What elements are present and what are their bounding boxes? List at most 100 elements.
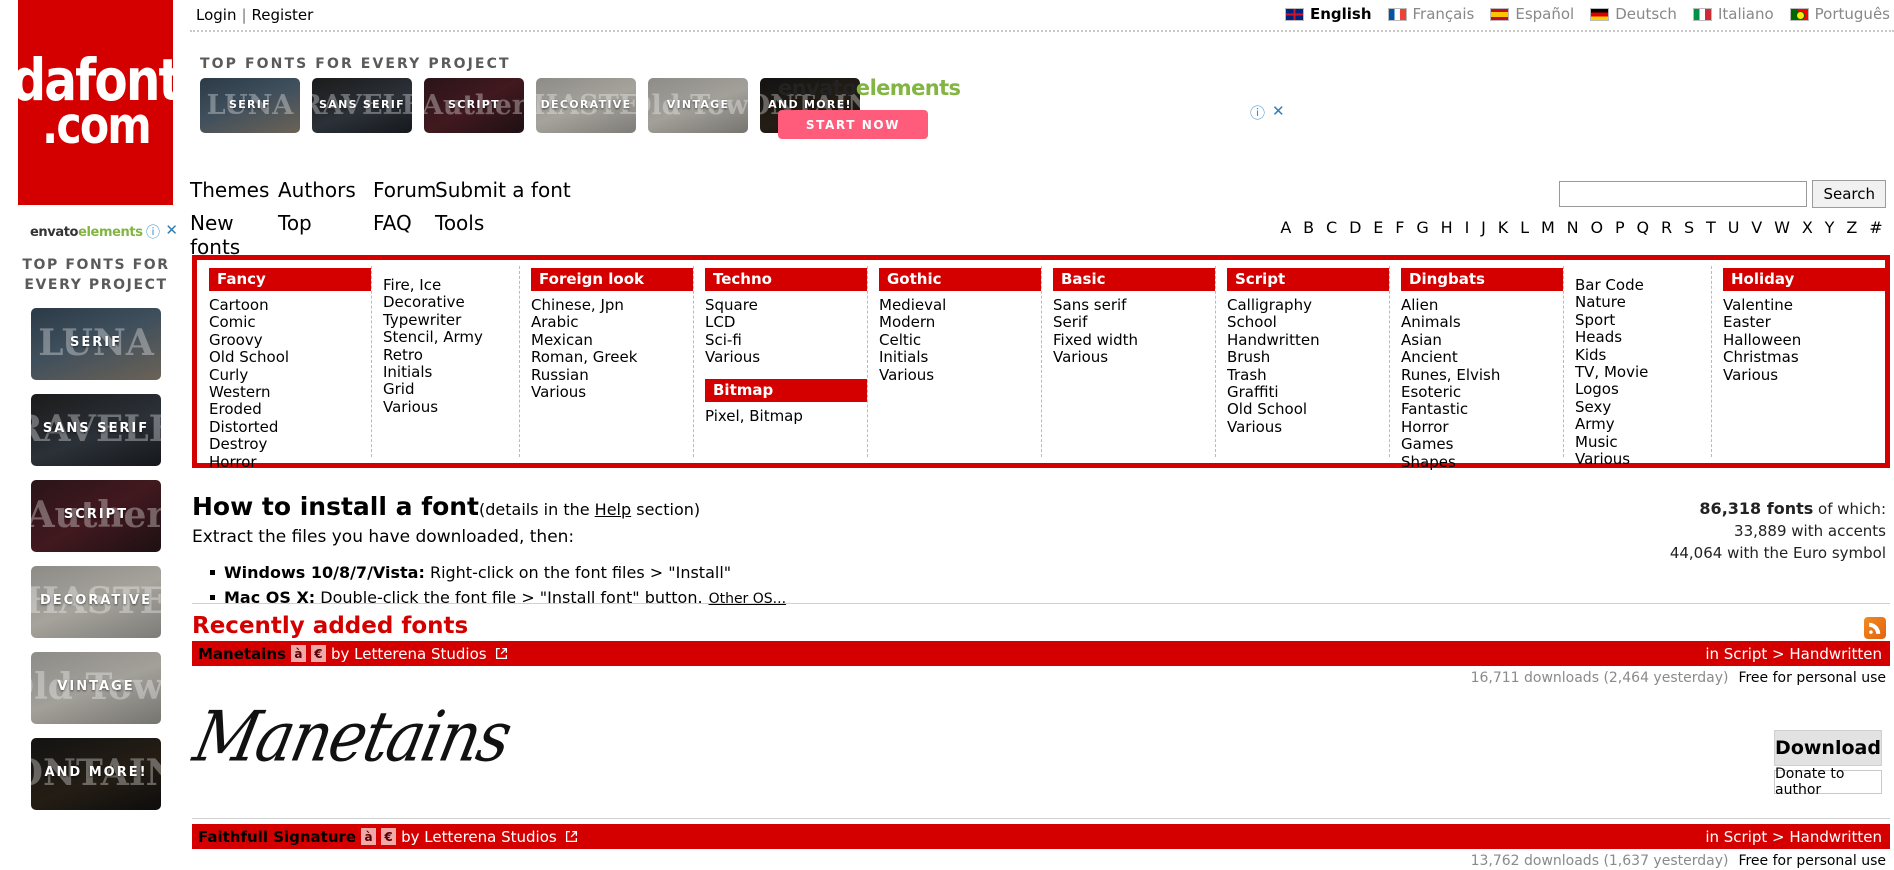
language-english[interactable]: English bbox=[1285, 5, 1372, 23]
category-item[interactable]: Groovy bbox=[209, 332, 371, 349]
language-deutsch[interactable]: Deutsch bbox=[1590, 5, 1677, 23]
category-item[interactable]: Comic bbox=[209, 314, 371, 331]
category-item[interactable]: LCD bbox=[705, 314, 867, 331]
category-item[interactable]: Fantastic bbox=[1401, 401, 1563, 418]
category-item[interactable]: Heads bbox=[1575, 329, 1711, 346]
language-portugues[interactable]: Português bbox=[1790, 5, 1890, 23]
category-item[interactable]: Sport bbox=[1575, 312, 1711, 329]
category-item[interactable]: Decorative bbox=[383, 294, 519, 311]
close-icon[interactable]: ✕ bbox=[1272, 102, 1285, 120]
category-item[interactable]: Easter bbox=[1723, 314, 1885, 331]
alphabet-index[interactable]: A B C D E F G H I J K L M N O P Q R S T … bbox=[1280, 218, 1886, 237]
category-item[interactable]: Trash bbox=[1227, 367, 1389, 384]
category-item[interactable]: Mexican bbox=[531, 332, 693, 349]
category-item[interactable]: Retro bbox=[383, 347, 519, 364]
category-item[interactable]: Medieval bbox=[879, 297, 1041, 314]
sidebar-ad-thumb-and-more[interactable]: FONTAINE AND MORE! bbox=[31, 738, 161, 810]
category-item[interactable]: Music bbox=[1575, 434, 1711, 451]
category-item[interactable]: Western bbox=[209, 384, 371, 401]
external-link-icon[interactable] bbox=[495, 647, 508, 660]
category-item[interactable]: Initials bbox=[879, 349, 1041, 366]
category-item[interactable]: Nature bbox=[1575, 294, 1711, 311]
category-item[interactable]: Horror bbox=[1401, 419, 1563, 436]
category-item[interactable]: Games bbox=[1401, 436, 1563, 453]
start-now-button[interactable]: START NOW bbox=[778, 110, 928, 139]
search-input[interactable] bbox=[1559, 181, 1807, 207]
category-item[interactable]: Christmas bbox=[1723, 349, 1885, 366]
category-item[interactable]: Eroded bbox=[209, 401, 371, 418]
category-item[interactable]: Arabic bbox=[531, 314, 693, 331]
nav-top[interactable]: Top bbox=[278, 211, 373, 259]
category-item[interactable]: Stencil, Army bbox=[383, 329, 519, 346]
category-item[interactable]: Old School bbox=[209, 349, 371, 366]
category-item[interactable]: Kids bbox=[1575, 347, 1711, 364]
sidebar-ad[interactable]: envatoelements ⓘ ✕ TOP FONTS FOR EVERY P… bbox=[10, 222, 182, 824]
category-item[interactable]: Fire, Ice bbox=[383, 277, 519, 294]
nav-authors[interactable]: Authors bbox=[278, 178, 373, 202]
category-item[interactable]: Various bbox=[383, 399, 519, 416]
other-os-link[interactable]: Other OS... bbox=[709, 591, 786, 607]
login-link[interactable]: Login bbox=[196, 6, 236, 24]
font-name-link[interactable]: Faithfull Signature bbox=[198, 828, 356, 846]
category-item[interactable]: Serif bbox=[1053, 314, 1215, 331]
register-link[interactable]: Register bbox=[252, 6, 314, 24]
category-item[interactable]: Sexy bbox=[1575, 399, 1711, 416]
font-author-link[interactable]: by Letterena Studios bbox=[331, 645, 487, 663]
top-ad-thumb-script[interactable]: Auther SCRIPT bbox=[424, 78, 524, 133]
category-item[interactable]: Army bbox=[1575, 416, 1711, 433]
download-button[interactable]: Download bbox=[1774, 730, 1882, 766]
category-item[interactable]: Pixel, Bitmap bbox=[705, 408, 867, 425]
external-link-icon[interactable] bbox=[565, 830, 578, 843]
category-item[interactable]: Various bbox=[705, 349, 867, 366]
font-author-link[interactable]: by Letterena Studios bbox=[401, 828, 557, 846]
donate-to-author-button[interactable]: Donate to author bbox=[1774, 770, 1882, 794]
language-francais[interactable]: Français bbox=[1388, 5, 1475, 23]
category-item[interactable]: Handwritten bbox=[1227, 332, 1389, 349]
category-item[interactable]: Calligraphy bbox=[1227, 297, 1389, 314]
font-name-link[interactable]: Manetains bbox=[198, 645, 286, 663]
category-item[interactable]: Various bbox=[1575, 451, 1711, 468]
category-item[interactable]: Various bbox=[1723, 367, 1885, 384]
category-item[interactable]: Horror bbox=[209, 454, 371, 471]
nav-new-fonts[interactable]: New fonts bbox=[190, 211, 278, 259]
sidebar-ad-thumb-script[interactable]: Auther SCRIPT bbox=[31, 480, 161, 552]
category-item[interactable]: Roman, Greek bbox=[531, 349, 693, 366]
category-item[interactable]: Runes, Elvish bbox=[1401, 367, 1563, 384]
category-item[interactable]: Shapes bbox=[1401, 454, 1563, 471]
category-item[interactable]: Various bbox=[879, 367, 1041, 384]
nav-submit-a-font[interactable]: Submit a font bbox=[435, 178, 571, 202]
category-item[interactable]: TV, Movie bbox=[1575, 364, 1711, 381]
category-item[interactable]: Grid bbox=[383, 381, 519, 398]
category-item[interactable]: Chinese, Jpn bbox=[531, 297, 693, 314]
rss-icon[interactable] bbox=[1864, 617, 1886, 639]
top-ad-thumb-vintage[interactable]: Old Town VINTAGE bbox=[648, 78, 748, 133]
category-item[interactable]: Bar Code bbox=[1575, 277, 1711, 294]
category-item[interactable]: Various bbox=[1227, 419, 1389, 436]
category-item[interactable]: Celtic bbox=[879, 332, 1041, 349]
nav-faq[interactable]: FAQ bbox=[373, 211, 435, 259]
category-item[interactable]: Modern bbox=[879, 314, 1041, 331]
category-item[interactable]: Alien bbox=[1401, 297, 1563, 314]
category-item[interactable]: Sci-fi bbox=[705, 332, 867, 349]
top-ad-thumb-serif[interactable]: LUNA SERIF bbox=[200, 78, 300, 133]
category-item[interactable]: Esoteric bbox=[1401, 384, 1563, 401]
category-item[interactable]: School bbox=[1227, 314, 1389, 331]
top-ad-thumb-sans-serif[interactable]: TRAVELER SANS SERIF bbox=[312, 78, 412, 133]
font-category-link[interactable]: in Script > Handwritten bbox=[1705, 645, 1882, 663]
info-icon[interactable]: ⓘ bbox=[146, 222, 160, 242]
category-item[interactable]: Initials bbox=[383, 364, 519, 381]
category-item[interactable]: Various bbox=[1053, 349, 1215, 366]
category-item[interactable]: Animals bbox=[1401, 314, 1563, 331]
top-ad-thumb-decorative[interactable]: HASTE DECORATIVE bbox=[536, 78, 636, 133]
category-item[interactable]: Typewriter bbox=[383, 312, 519, 329]
font-category-link[interactable]: in Script > Handwritten bbox=[1705, 828, 1882, 846]
close-icon[interactable]: ✕ bbox=[165, 221, 178, 239]
category-item[interactable]: Distorted bbox=[209, 419, 371, 436]
category-item[interactable]: Curly bbox=[209, 367, 371, 384]
help-link[interactable]: Help bbox=[595, 500, 631, 519]
font-preview-manetains[interactable]: Manetains bbox=[196, 700, 509, 773]
category-item[interactable]: Ancient bbox=[1401, 349, 1563, 366]
nav-tools[interactable]: Tools bbox=[435, 211, 571, 259]
category-item[interactable]: Russian bbox=[531, 367, 693, 384]
site-logo[interactable]: dafont .com bbox=[18, 0, 173, 205]
